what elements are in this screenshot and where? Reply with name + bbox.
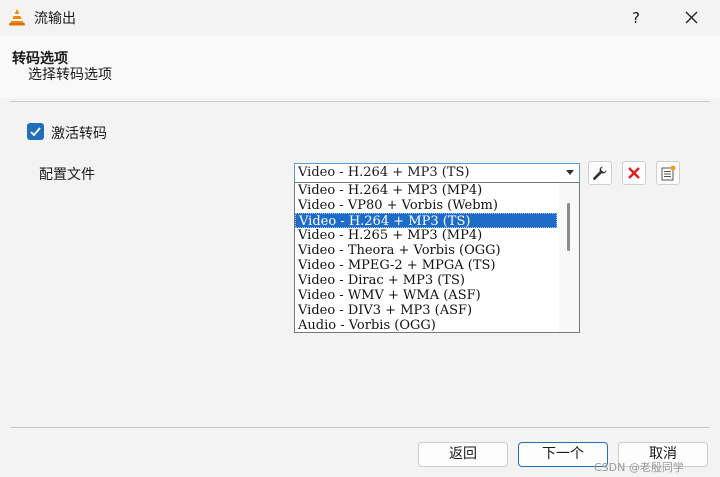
close-icon <box>685 11 698 24</box>
profile-option[interactable]: Video - Theora + Vorbis (OGG) <box>295 243 557 258</box>
back-button[interactable]: 返回 <box>418 442 508 467</box>
activate-transcode-checkbox[interactable] <box>27 123 44 140</box>
help-button[interactable]: ? <box>622 6 650 30</box>
profile-label: 配置文件 <box>39 167 95 183</box>
profile-option[interactable]: Video - H.265 + MP3 (MP4) <box>295 228 557 243</box>
wrench-icon <box>593 166 607 180</box>
edit-profile-button[interactable] <box>588 161 612 185</box>
delete-x-icon <box>628 167 640 179</box>
scrollbar-thumb[interactable] <box>567 203 570 251</box>
new-profile-icon <box>661 165 676 181</box>
delete-profile-button[interactable] <box>622 161 646 185</box>
header-divider <box>10 101 710 102</box>
checkmark-icon <box>30 127 41 137</box>
window-title: 流输出 <box>34 11 76 27</box>
profile-option[interactable]: Video - H.264 + MP3 (MP4) <box>295 183 557 198</box>
wizard-header: 转码选项 选择转码选项 <box>0 36 720 98</box>
activate-transcode-label[interactable]: 激活转码 <box>51 123 107 143</box>
title-bar: 流输出 ? <box>0 0 720 36</box>
profile-option[interactable]: Video - DIV3 + MP3 (ASF) <box>295 303 557 318</box>
close-button[interactable] <box>676 6 706 30</box>
new-profile-button[interactable] <box>656 161 680 185</box>
profile-select[interactable]: Video - H.264 + MP3 (TS) <box>294 163 580 183</box>
vlc-cone-icon <box>9 9 25 26</box>
profile-option[interactable]: Video - MPEG-2 + MPGA (TS) <box>295 258 557 273</box>
footer-divider <box>10 427 710 428</box>
page-subtitle: 选择转码选项 <box>28 67 112 83</box>
profile-option[interactable]: Video - Dirac + MP3 (TS) <box>295 273 557 288</box>
profile-option[interactable]: Audio - Vorbis (OGG) <box>295 318 557 332</box>
dropdown-scrollbar[interactable] <box>559 183 579 332</box>
profile-option[interactable]: Video - VP80 + Vorbis (Webm) <box>295 198 557 213</box>
profile-option[interactable]: Video - WMV + WMA (ASF) <box>295 288 557 303</box>
profile-dropdown-list[interactable]: Video - H.264 + MP3 (MP4) Video - VP80 +… <box>294 182 580 333</box>
profile-option-highlighted[interactable]: Video - H.264 + MP3 (TS) <box>295 213 557 229</box>
chevron-down-icon <box>566 170 574 175</box>
profile-selected-value: Video - H.264 + MP3 (TS) <box>298 165 470 180</box>
watermark-text: CSDN @老殷同学 <box>594 461 684 474</box>
